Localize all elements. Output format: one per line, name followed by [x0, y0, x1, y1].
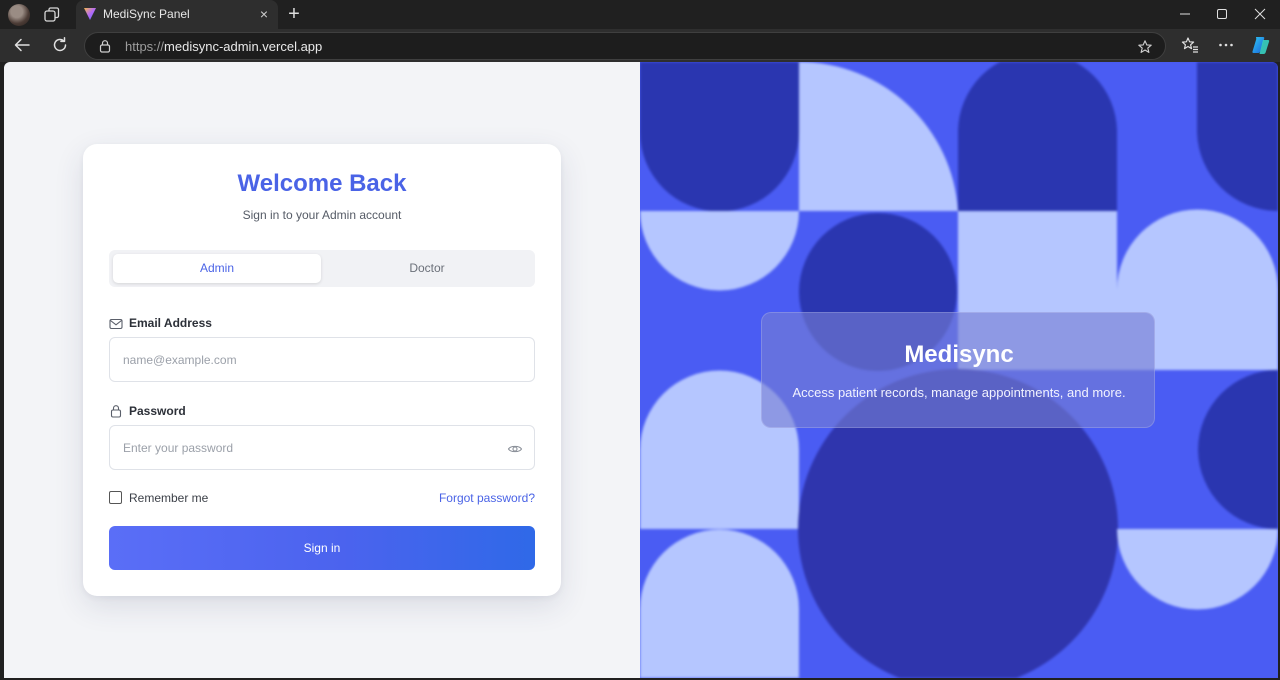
plus-icon[interactable]: + — [284, 4, 304, 24]
role-toggle: Admin Doctor — [109, 250, 535, 287]
address-bar[interactable]: https://medisync-admin.vercel.app — [84, 32, 1166, 60]
email-label-text: Email Address — [129, 316, 212, 330]
welcome-title: Welcome Back — [237, 170, 407, 197]
brand-title: Medisync — [904, 341, 1014, 368]
password-label: Password — [109, 404, 309, 420]
favorites-icon[interactable] — [1180, 35, 1200, 55]
remember-label: Remember me — [129, 491, 209, 505]
app-favicon — [84, 8, 96, 20]
copilot-icon[interactable] — [1250, 34, 1272, 56]
refresh-icon[interactable] — [50, 35, 70, 55]
brand-tagline: Access patient records, manage appointme… — [792, 385, 1126, 400]
lock-icon[interactable] — [98, 39, 112, 53]
tab-doctor[interactable]: Doctor — [323, 254, 531, 283]
window-close-icon[interactable] — [1249, 4, 1271, 24]
profile-avatar[interactable] — [8, 4, 30, 26]
browser-toolbar: https://medisync-admin.vercel.app — [0, 29, 1280, 62]
tab-actions-icon[interactable] — [42, 5, 62, 25]
remember-me[interactable]: Remember me — [109, 490, 229, 506]
welcome-subtitle: Sign in to your Admin account — [242, 208, 402, 222]
email-label: Email Address — [109, 316, 309, 332]
sign-in-button[interactable]: Sign in — [109, 526, 535, 570]
url-scheme: https:// — [125, 39, 165, 54]
forgot-password-link[interactable]: Forgot password? — [439, 491, 535, 505]
browser-titlebar: MediSync Panel × + — [0, 0, 1280, 29]
email-field[interactable] — [109, 337, 535, 382]
padlock-icon — [110, 405, 122, 418]
more-icon[interactable] — [1216, 35, 1236, 55]
login-pane: Welcome Back Sign in to your Admin accou… — [4, 62, 640, 678]
password-label-text: Password — [129, 404, 186, 418]
browser-tab-active[interactable]: MediSync Panel × — [76, 0, 278, 29]
star-icon[interactable] — [1137, 39, 1153, 55]
remember-checkbox[interactable] — [109, 491, 122, 504]
mail-icon — [109, 318, 123, 330]
back-arrow-icon[interactable] — [12, 35, 32, 55]
password-field[interactable] — [109, 425, 535, 470]
url-host: medisync-admin.vercel.app — [164, 39, 323, 54]
brand-panel: Medisync Access patient records, manage … — [761, 312, 1155, 428]
brand-pane: Medisync Access patient records, manage … — [640, 62, 1278, 678]
tab-admin[interactable]: Admin — [113, 254, 321, 283]
eye-icon[interactable] — [507, 441, 523, 457]
page-viewport: Welcome Back Sign in to your Admin accou… — [4, 62, 1278, 678]
login-card: Welcome Back Sign in to your Admin accou… — [83, 144, 561, 596]
maximize-icon[interactable] — [1211, 4, 1233, 24]
tab-title: MediSync Panel — [103, 7, 190, 21]
url-text[interactable]: https://medisync-admin.vercel.app — [125, 39, 322, 54]
close-icon[interactable]: × — [256, 6, 272, 22]
minimize-icon[interactable] — [1174, 4, 1196, 24]
